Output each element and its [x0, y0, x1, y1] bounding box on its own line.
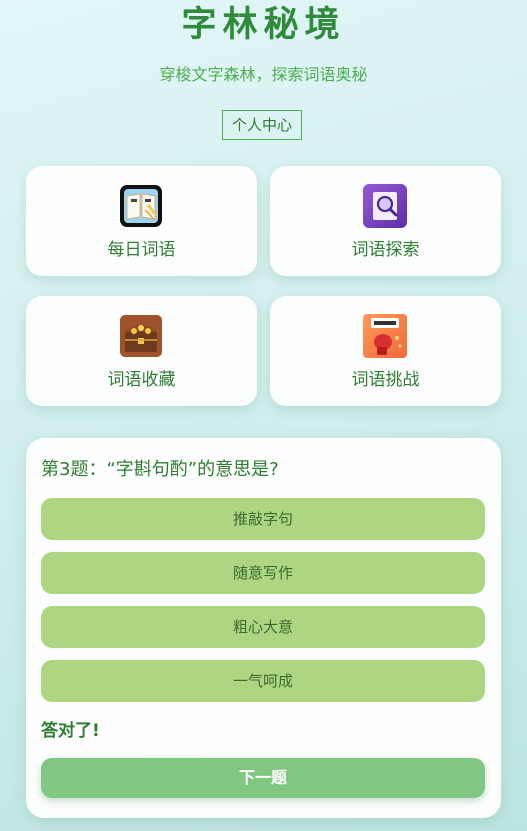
daily-word-card[interactable]: 每日词语 [26, 166, 257, 276]
word-challenge-label: 词语挑战 [351, 370, 420, 390]
magnifier-icon [363, 184, 407, 228]
word-collection-label: 词语收藏 [107, 370, 176, 390]
app-subtitle: 穿梭文字森林，探索词语奥秘 [159, 65, 368, 84]
quiz-option[interactable]: 随意写作 [41, 552, 485, 594]
treasure-chest-icon [120, 315, 162, 357]
answer-feedback: 答对了! [41, 721, 100, 741]
quiz-option[interactable]: 推敲字句 [41, 498, 485, 540]
boxing-glove-icon [363, 314, 407, 358]
app-title: 字林秘境 [181, 5, 346, 45]
word-challenge-card[interactable]: 词语挑战 [270, 296, 501, 406]
quiz-option[interactable]: 一气呵成 [41, 660, 485, 702]
word-collection-card[interactable]: 词语收藏 [26, 296, 257, 406]
quiz-option[interactable]: 粗心大意 [41, 606, 485, 648]
quiz-question: 第3题：“字斟句酌”的意思是? [41, 459, 279, 480]
next-question-button[interactable]: 下一题 [41, 758, 485, 798]
word-explore-card[interactable]: 词语探索 [270, 166, 501, 276]
quiz-panel: 第3题：“字斟句酌”的意思是? 推敲字句 随意写作 粗心大意 一气呵成 答对了!… [26, 438, 501, 818]
word-explore-label: 词语探索 [351, 240, 420, 260]
profile-button[interactable]: 个人中心 [222, 110, 302, 140]
daily-word-label: 每日词语 [107, 240, 176, 260]
book-icon [120, 185, 162, 227]
